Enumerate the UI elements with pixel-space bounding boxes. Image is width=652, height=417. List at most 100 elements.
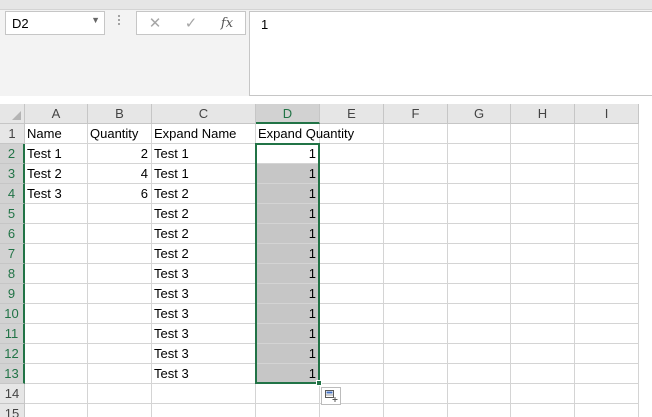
cell-c11[interactable]: Test 3 xyxy=(152,324,256,344)
cell-a5[interactable] xyxy=(25,204,88,224)
cell-e7[interactable] xyxy=(320,244,384,264)
cell-c4[interactable]: Test 2 xyxy=(152,184,256,204)
cancel-icon[interactable]: ✕ xyxy=(145,14,165,34)
cell-d12[interactable]: 1 xyxy=(256,344,320,364)
cell-a6[interactable] xyxy=(25,224,88,244)
cell-a14[interactable] xyxy=(25,384,88,404)
cell-g10[interactable] xyxy=(448,304,511,324)
formula-input[interactable]: 1 xyxy=(249,11,652,96)
row-header-9[interactable]: 9 xyxy=(0,284,25,304)
column-header-h[interactable]: H xyxy=(511,104,575,124)
cell-a12[interactable] xyxy=(25,344,88,364)
cell-c5[interactable]: Test 2 xyxy=(152,204,256,224)
cell-c13[interactable]: Test 3 xyxy=(152,364,256,384)
chevron-down-icon[interactable]: ▼ xyxy=(91,15,100,25)
cell-h12[interactable] xyxy=(511,344,575,364)
cell-e10[interactable] xyxy=(320,304,384,324)
cell-i4[interactable] xyxy=(575,184,639,204)
cell-d4[interactable]: 1 xyxy=(256,184,320,204)
cell-d6[interactable]: 1 xyxy=(256,224,320,244)
cell-d13[interactable]: 1 xyxy=(256,364,320,384)
column-header-g[interactable]: G xyxy=(448,104,511,124)
cell-e4[interactable] xyxy=(320,184,384,204)
cell-c6[interactable]: Test 2 xyxy=(152,224,256,244)
cell-f4[interactable] xyxy=(384,184,448,204)
column-header-a[interactable]: A xyxy=(25,104,88,124)
cell-f10[interactable] xyxy=(384,304,448,324)
cell-c8[interactable]: Test 3 xyxy=(152,264,256,284)
cell-a3[interactable]: Test 2 xyxy=(25,164,88,184)
cell-f14[interactable] xyxy=(384,384,448,404)
row-header-4[interactable]: 4 xyxy=(0,184,25,204)
cell-i3[interactable] xyxy=(575,164,639,184)
row-header-15[interactable]: 15 xyxy=(0,404,25,417)
enter-icon[interactable]: ✓ xyxy=(181,14,201,34)
cell-g13[interactable] xyxy=(448,364,511,384)
cell-c7[interactable]: Test 2 xyxy=(152,244,256,264)
cell-g9[interactable] xyxy=(448,284,511,304)
cell-f11[interactable] xyxy=(384,324,448,344)
cell-g1[interactable] xyxy=(448,124,511,144)
cell-b10[interactable] xyxy=(88,304,152,324)
row-header-3[interactable]: 3 xyxy=(0,164,25,184)
cell-d14[interactable] xyxy=(256,384,320,404)
cell-a11[interactable] xyxy=(25,324,88,344)
cell-g6[interactable] xyxy=(448,224,511,244)
cell-e12[interactable] xyxy=(320,344,384,364)
cell-e13[interactable] xyxy=(320,364,384,384)
cell-i5[interactable] xyxy=(575,204,639,224)
cell-f5[interactable] xyxy=(384,204,448,224)
cell-h7[interactable] xyxy=(511,244,575,264)
cell-b6[interactable] xyxy=(88,224,152,244)
cell-b5[interactable] xyxy=(88,204,152,224)
row-header-10[interactable]: 10 xyxy=(0,304,25,324)
cell-a7[interactable] xyxy=(25,244,88,264)
cell-i9[interactable] xyxy=(575,284,639,304)
cell-e5[interactable] xyxy=(320,204,384,224)
cell-f15[interactable] xyxy=(384,404,448,417)
cell-f3[interactable] xyxy=(384,164,448,184)
row-header-2[interactable]: 2 xyxy=(0,144,25,164)
row-header-8[interactable]: 8 xyxy=(0,264,25,284)
column-header-e[interactable]: E xyxy=(320,104,384,124)
cell-a15[interactable] xyxy=(25,404,88,417)
insert-function-icon[interactable]: fx xyxy=(217,14,237,34)
cell-i14[interactable] xyxy=(575,384,639,404)
cell-h13[interactable] xyxy=(511,364,575,384)
cell-c10[interactable]: Test 3 xyxy=(152,304,256,324)
cell-d15[interactable] xyxy=(256,404,320,417)
cell-i8[interactable] xyxy=(575,264,639,284)
cell-i1[interactable] xyxy=(575,124,639,144)
cell-d9[interactable]: 1 xyxy=(256,284,320,304)
cell-e3[interactable] xyxy=(320,164,384,184)
cell-i6[interactable] xyxy=(575,224,639,244)
cell-e8[interactable] xyxy=(320,264,384,284)
cell-c2[interactable]: Test 1 xyxy=(152,144,256,164)
cell-c1[interactable]: Expand Name xyxy=(152,124,256,144)
select-all-button[interactable] xyxy=(0,104,25,124)
column-header-f[interactable]: F xyxy=(384,104,448,124)
cell-a4[interactable]: Test 3 xyxy=(25,184,88,204)
column-header-c[interactable]: C xyxy=(152,104,256,124)
cell-h11[interactable] xyxy=(511,324,575,344)
cell-f13[interactable] xyxy=(384,364,448,384)
cell-b7[interactable] xyxy=(88,244,152,264)
cell-d1[interactable]: Expand Quantity xyxy=(256,124,354,144)
cell-a1[interactable]: Name xyxy=(25,124,88,144)
cell-b11[interactable] xyxy=(88,324,152,344)
cell-i13[interactable] xyxy=(575,364,639,384)
cell-h4[interactable] xyxy=(511,184,575,204)
row-header-12[interactable]: 12 xyxy=(0,344,25,364)
cell-c9[interactable]: Test 3 xyxy=(152,284,256,304)
cell-h9[interactable] xyxy=(511,284,575,304)
cell-h3[interactable] xyxy=(511,164,575,184)
cell-a2[interactable]: Test 1 xyxy=(25,144,88,164)
cell-d11[interactable]: 1 xyxy=(256,324,320,344)
cell-f8[interactable] xyxy=(384,264,448,284)
cell-d5[interactable]: 1 xyxy=(256,204,320,224)
cell-e9[interactable] xyxy=(320,284,384,304)
cell-g11[interactable] xyxy=(448,324,511,344)
cell-f9[interactable] xyxy=(384,284,448,304)
cell-g4[interactable] xyxy=(448,184,511,204)
cell-f12[interactable] xyxy=(384,344,448,364)
